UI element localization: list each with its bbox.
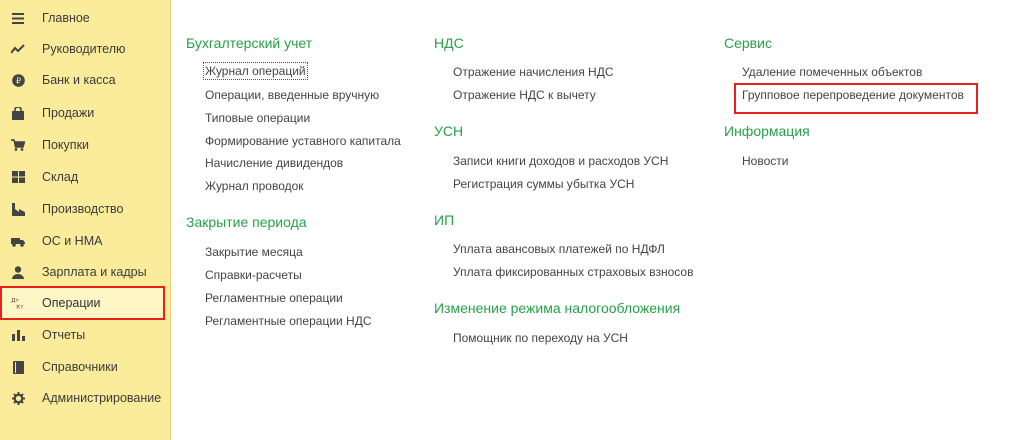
sidebar-item-fixed-assets[interactable]: ОС и НМА: [0, 225, 170, 257]
person-icon: [11, 265, 25, 279]
section-title-tax-regime-change: Изменение режима налогообложения: [434, 300, 681, 316]
link-group-reposting[interactable]: Групповое перепроведение документов: [742, 88, 964, 102]
sidebar-item-label: Банк и касса: [42, 73, 116, 87]
sidebar-item-manager[interactable]: Руководителю: [0, 33, 170, 65]
sidebar-item-label: Продажи: [42, 106, 95, 120]
svg-text:Кт: Кт: [16, 304, 24, 310]
trend-line-icon: [11, 42, 25, 56]
link-usn-transition-assistant[interactable]: Помощник по переходу на УСН: [453, 331, 628, 345]
link-charter-capital[interactable]: Формирование уставного капитала: [205, 134, 401, 148]
section-title-service: Сервис: [724, 35, 772, 51]
link-calculations[interactable]: Справки-расчеты: [205, 268, 302, 282]
link-usn-book[interactable]: Записи книги доходов и расходов УСН: [453, 154, 668, 168]
sidebar-item-label: Руководителю: [42, 42, 126, 56]
section-title-period-closing: Закрытие периода: [186, 214, 307, 230]
link-operations-journal[interactable]: Журнал операций: [203, 62, 308, 80]
link-fixed-insurance[interactable]: Уплата фиксированных страховых взносов: [453, 265, 693, 279]
link-regulatory-operations[interactable]: Регламентные операции: [205, 291, 343, 305]
gear-icon: [11, 391, 25, 405]
shopping-bag-icon: [11, 106, 25, 120]
link-delete-marked-objects[interactable]: Удаление помеченных объектов: [742, 65, 922, 79]
sidebar: Главное Руководителю ₽ Банк и касса Прод…: [0, 0, 171, 440]
link-month-closing[interactable]: Закрытие месяца: [205, 245, 303, 259]
section-title-information: Информация: [724, 123, 810, 139]
link-vat-accrual[interactable]: Отражение начисления НДС: [453, 65, 614, 79]
warehouse-grid-icon: [11, 170, 25, 184]
sidebar-item-label: Зарплата и кадры: [42, 265, 147, 279]
sidebar-item-label: Операции: [42, 296, 101, 310]
link-typical-operations[interactable]: Типовые операции: [205, 111, 310, 125]
sidebar-item-reports[interactable]: Отчеты: [0, 319, 170, 351]
sidebar-item-salary[interactable]: Зарплата и кадры: [0, 256, 170, 288]
sidebar-item-label: Производство: [42, 202, 124, 216]
link-entries-journal[interactable]: Журнал проводок: [205, 179, 304, 193]
sidebar-item-label: Администрирование: [42, 391, 162, 405]
link-news[interactable]: Новости: [742, 154, 788, 168]
sidebar-item-operations[interactable]: Дт Кт Операции: [0, 286, 165, 320]
link-manual-operations[interactable]: Операции, введенные вручную: [205, 88, 379, 102]
sidebar-item-label: Склад: [42, 170, 79, 184]
cart-icon: [11, 138, 25, 152]
section-title-usn: УСН: [434, 123, 464, 139]
section-title-vat: НДС: [434, 35, 464, 51]
sidebar-item-label: ОС и НМА: [42, 234, 103, 248]
sidebar-item-label: Главное: [42, 11, 90, 25]
sidebar-item-production[interactable]: Производство: [0, 193, 170, 225]
link-ndfl-advance[interactable]: Уплата авансовых платежей по НДФЛ: [453, 242, 665, 256]
sidebar-item-bank[interactable]: ₽ Банк и касса: [0, 64, 170, 96]
sidebar-item-sales[interactable]: Продажи: [0, 97, 170, 129]
sidebar-item-purchases[interactable]: Покупки: [0, 129, 170, 161]
debit-credit-icon: Дт Кт: [11, 296, 25, 310]
link-regulatory-vat-operations[interactable]: Регламентные операции НДС: [205, 314, 372, 328]
book-icon: [11, 360, 25, 374]
svg-text:Дт: Дт: [11, 298, 19, 304]
coin-icon: ₽: [11, 73, 25, 87]
sidebar-item-administration[interactable]: Администрирование: [0, 382, 170, 414]
sidebar-item-label: Отчеты: [42, 328, 86, 342]
factory-icon: [11, 202, 25, 216]
truck-icon: [11, 234, 25, 248]
link-dividends[interactable]: Начисление дивидендов: [205, 156, 343, 170]
sidebar-item-references[interactable]: Справочники: [0, 351, 170, 383]
sidebar-item-warehouse[interactable]: Склад: [0, 161, 170, 193]
sidebar-item-main[interactable]: Главное: [0, 2, 170, 34]
bar-chart-icon: [11, 328, 25, 342]
link-vat-deduction[interactable]: Отражение НДС к вычету: [453, 88, 596, 102]
section-title-accounting: Бухгалтерский учет: [186, 35, 313, 51]
link-usn-loss[interactable]: Регистрация суммы убытка УСН: [453, 177, 634, 191]
sidebar-item-label: Покупки: [42, 138, 90, 152]
menu-lines-icon: [11, 11, 25, 25]
section-title-ip: ИП: [434, 212, 455, 228]
sidebar-item-label: Справочники: [42, 360, 118, 374]
svg-text:₽: ₽: [15, 76, 20, 85]
